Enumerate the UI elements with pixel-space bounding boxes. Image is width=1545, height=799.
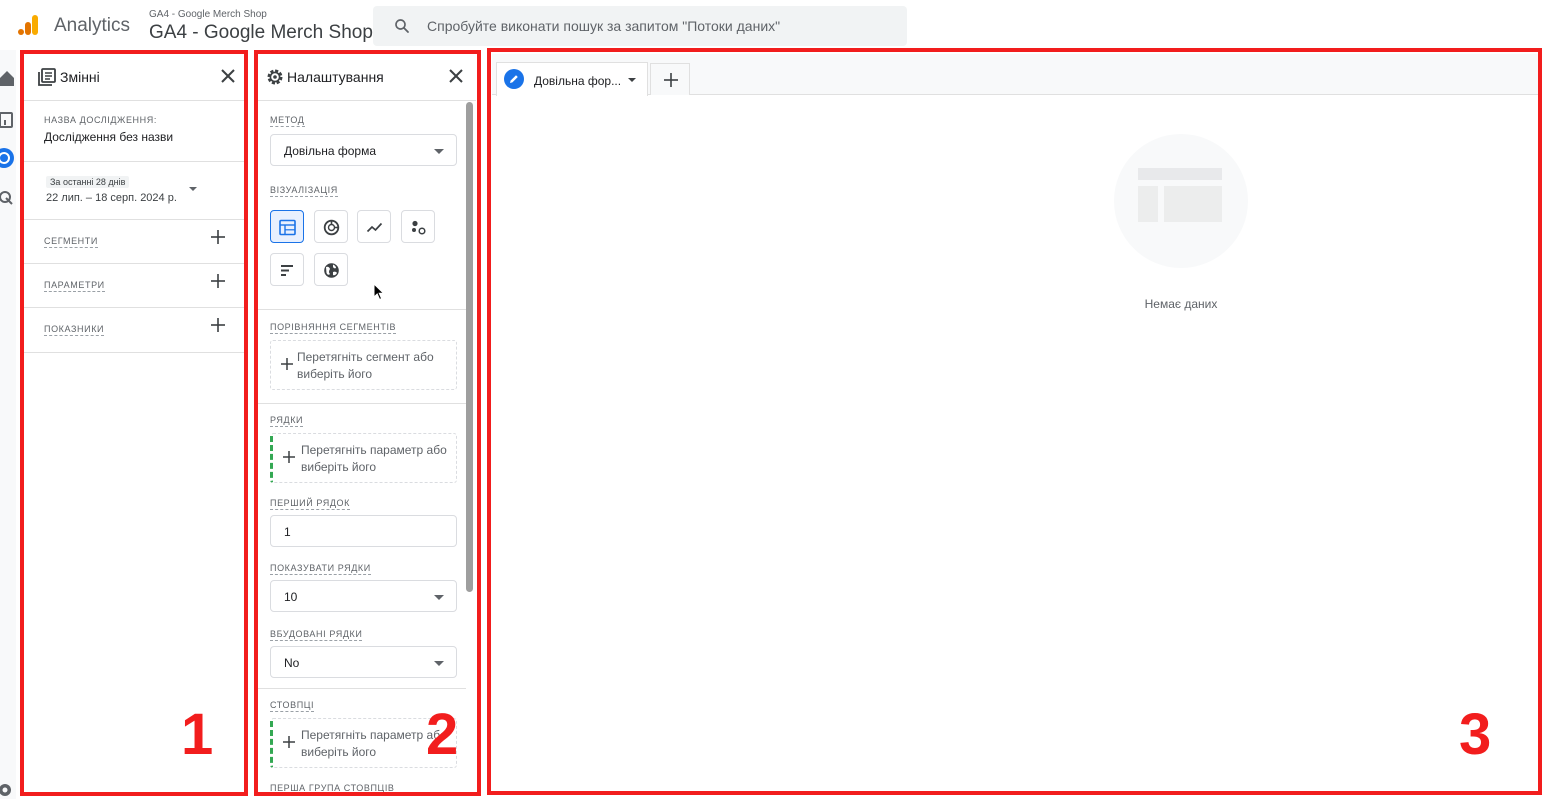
home-icon[interactable] <box>0 70 14 86</box>
empty-state-illustration <box>1114 134 1248 268</box>
method-value: Довільна форма <box>284 144 377 158</box>
variables-icon <box>38 68 56 86</box>
first-row-label: ПЕРШИЙ РЯДОК <box>270 498 351 510</box>
add-metric-plus-icon[interactable] <box>211 318 225 332</box>
settings-panel-header: Налаштування <box>258 54 476 101</box>
plus-icon <box>664 73 678 87</box>
metrics-row: ПОКАЗНИКИ <box>24 308 244 353</box>
analytics-logo-icon[interactable] <box>16 13 40 37</box>
geo-map-icon <box>324 263 339 278</box>
settings-scrollbar[interactable] <box>466 102 473 592</box>
add-segment-plus-icon[interactable] <box>211 230 225 244</box>
date-range-picker[interactable]: За останні 28 днів 22 лип. – 18 серп. 20… <box>24 162 244 220</box>
annotation-marker-1: 1 <box>181 702 214 767</box>
line-chart-icon <box>366 222 383 233</box>
tab-free-form-label: Довільна фор... <box>534 74 622 88</box>
no-data-text: Немає даних <box>1144 297 1218 311</box>
show-rows-select[interactable]: 10 <box>270 580 457 612</box>
search-bar[interactable]: Спробуйте виконати пошук за запитом "Пот… <box>373 6 907 46</box>
empty-table-icon <box>1138 168 1222 222</box>
segments-row: СЕГМЕНТИ <box>24 220 244 264</box>
rows-drop-text: Перетягніть параметр або виберіть його <box>301 443 447 474</box>
add-dimension-plus-icon[interactable] <box>211 274 225 288</box>
pencil-edit-icon[interactable] <box>504 69 524 89</box>
property-name[interactable]: GA4 - Google Merch Shop <box>149 22 373 44</box>
divider <box>258 688 466 689</box>
settings-panel: Налаштування МЕТОД Довільна форма ВІЗУАЛ… <box>258 54 476 792</box>
add-tab-button[interactable] <box>650 63 690 95</box>
show-rows-label: ПОКАЗУВАТИ РЯДКИ <box>270 563 371 575</box>
close-icon[interactable] <box>448 68 464 84</box>
tab-bar: Довільна фор... <box>492 54 1538 96</box>
chevron-down-icon <box>434 595 444 600</box>
chevron-down-icon <box>434 149 444 154</box>
nested-rows-select[interactable]: No <box>270 646 457 678</box>
plus-icon <box>283 451 295 463</box>
segments-label: СЕГМЕНТИ <box>44 236 98 248</box>
scatter-plot-icon <box>412 220 426 235</box>
variables-panel: Змінні НАЗВА ДОСЛІДЖЕННЯ: Дослідження бе… <box>24 54 244 792</box>
viz-table-button[interactable] <box>270 210 304 243</box>
close-icon[interactable] <box>220 68 236 84</box>
mouse-cursor-icon <box>373 283 385 301</box>
tab-free-form[interactable]: Довільна фор... <box>496 62 648 96</box>
first-row-value: 1 <box>284 525 291 539</box>
exploration-name-value[interactable]: Дослідження без назви <box>44 130 173 144</box>
nested-rows-value: No <box>284 656 300 670</box>
metrics-label: ПОКАЗНИКИ <box>44 324 105 336</box>
first-row-input[interactable]: 1 <box>270 515 457 547</box>
gear-icon <box>267 69 283 85</box>
method-select[interactable]: Довільна форма <box>270 134 457 166</box>
reports-icon[interactable] <box>0 112 14 128</box>
annotation-marker-3: 3 <box>1459 702 1492 767</box>
plus-icon <box>283 736 295 748</box>
viz-line-button[interactable] <box>357 210 391 243</box>
admin-gear-icon[interactable] <box>0 781 14 797</box>
divider <box>258 403 466 404</box>
bar-chart-icon <box>281 265 293 276</box>
rows-drop-zone[interactable]: Перетягніть параметр або виберіть його <box>270 433 457 483</box>
method-label: МЕТОД <box>270 115 305 127</box>
search-icon <box>395 19 409 33</box>
chevron-down-icon <box>434 661 444 666</box>
table-icon <box>279 219 296 236</box>
date-range-chip: За останні 28 днів <box>46 176 130 188</box>
segment-comparison-label: ПОРІВНЯННЯ СЕГМЕНТІВ <box>270 322 397 334</box>
variables-panel-title: Змінні <box>60 69 100 85</box>
rows-label: РЯДКИ <box>270 415 304 427</box>
viz-bar-button[interactable] <box>270 253 304 286</box>
app-title: Analytics <box>54 15 131 36</box>
first-column-group-label: ПЕРША ГРУПА СТОВПЦІВ <box>270 783 395 792</box>
segment-drop-zone[interactable]: Перетягніть сегмент або виберіть його <box>270 340 457 390</box>
chevron-down-icon[interactable] <box>189 187 197 191</box>
viz-geo-button[interactable] <box>314 253 348 286</box>
segment-drop-text: Перетягніть сегмент або виберіть його <box>297 350 434 381</box>
chevron-down-icon[interactable] <box>628 78 636 82</box>
columns-label: СТОВПЦІ <box>270 700 315 712</box>
viz-scatter-button[interactable] <box>401 210 435 243</box>
annotation-marker-2: 2 <box>426 702 459 767</box>
viz-donut-button[interactable] <box>314 210 348 243</box>
account-path[interactable]: GA4 - Google Merch Shop <box>149 9 267 20</box>
date-range-value: 22 лип. – 18 серп. 2024 р. <box>46 192 177 204</box>
nested-rows-label: ВБУДОВАНІ РЯДКИ <box>270 629 363 641</box>
donut-chart-icon <box>323 219 340 236</box>
dimensions-label: ПАРАМЕТРИ <box>44 280 105 292</box>
search-placeholder: Спробуйте виконати пошук за запитом "Пот… <box>427 18 781 34</box>
variables-panel-header: Змінні <box>24 54 244 101</box>
visualization-label: ВІЗУАЛІЗАЦІЯ <box>270 185 338 197</box>
exploration-canvas: Довільна фор... Немає даних <box>492 54 1538 792</box>
exploration-name-section[interactable]: НАЗВА ДОСЛІДЖЕННЯ: Дослідження без назви <box>24 101 244 162</box>
left-nav-rail <box>0 50 16 799</box>
show-rows-value: 10 <box>284 590 298 604</box>
advertising-icon[interactable] <box>0 190 14 206</box>
settings-panel-title: Налаштування <box>287 69 384 85</box>
top-bar: Analytics GA4 - Google Merch Shop GA4 - … <box>0 0 1545 50</box>
exploration-name-label: НАЗВА ДОСЛІДЖЕННЯ: <box>44 115 157 125</box>
divider <box>258 309 466 310</box>
plus-icon <box>281 358 293 370</box>
dimensions-row: ПАРАМЕТРИ <box>24 264 244 308</box>
explore-icon[interactable] <box>0 148 16 168</box>
